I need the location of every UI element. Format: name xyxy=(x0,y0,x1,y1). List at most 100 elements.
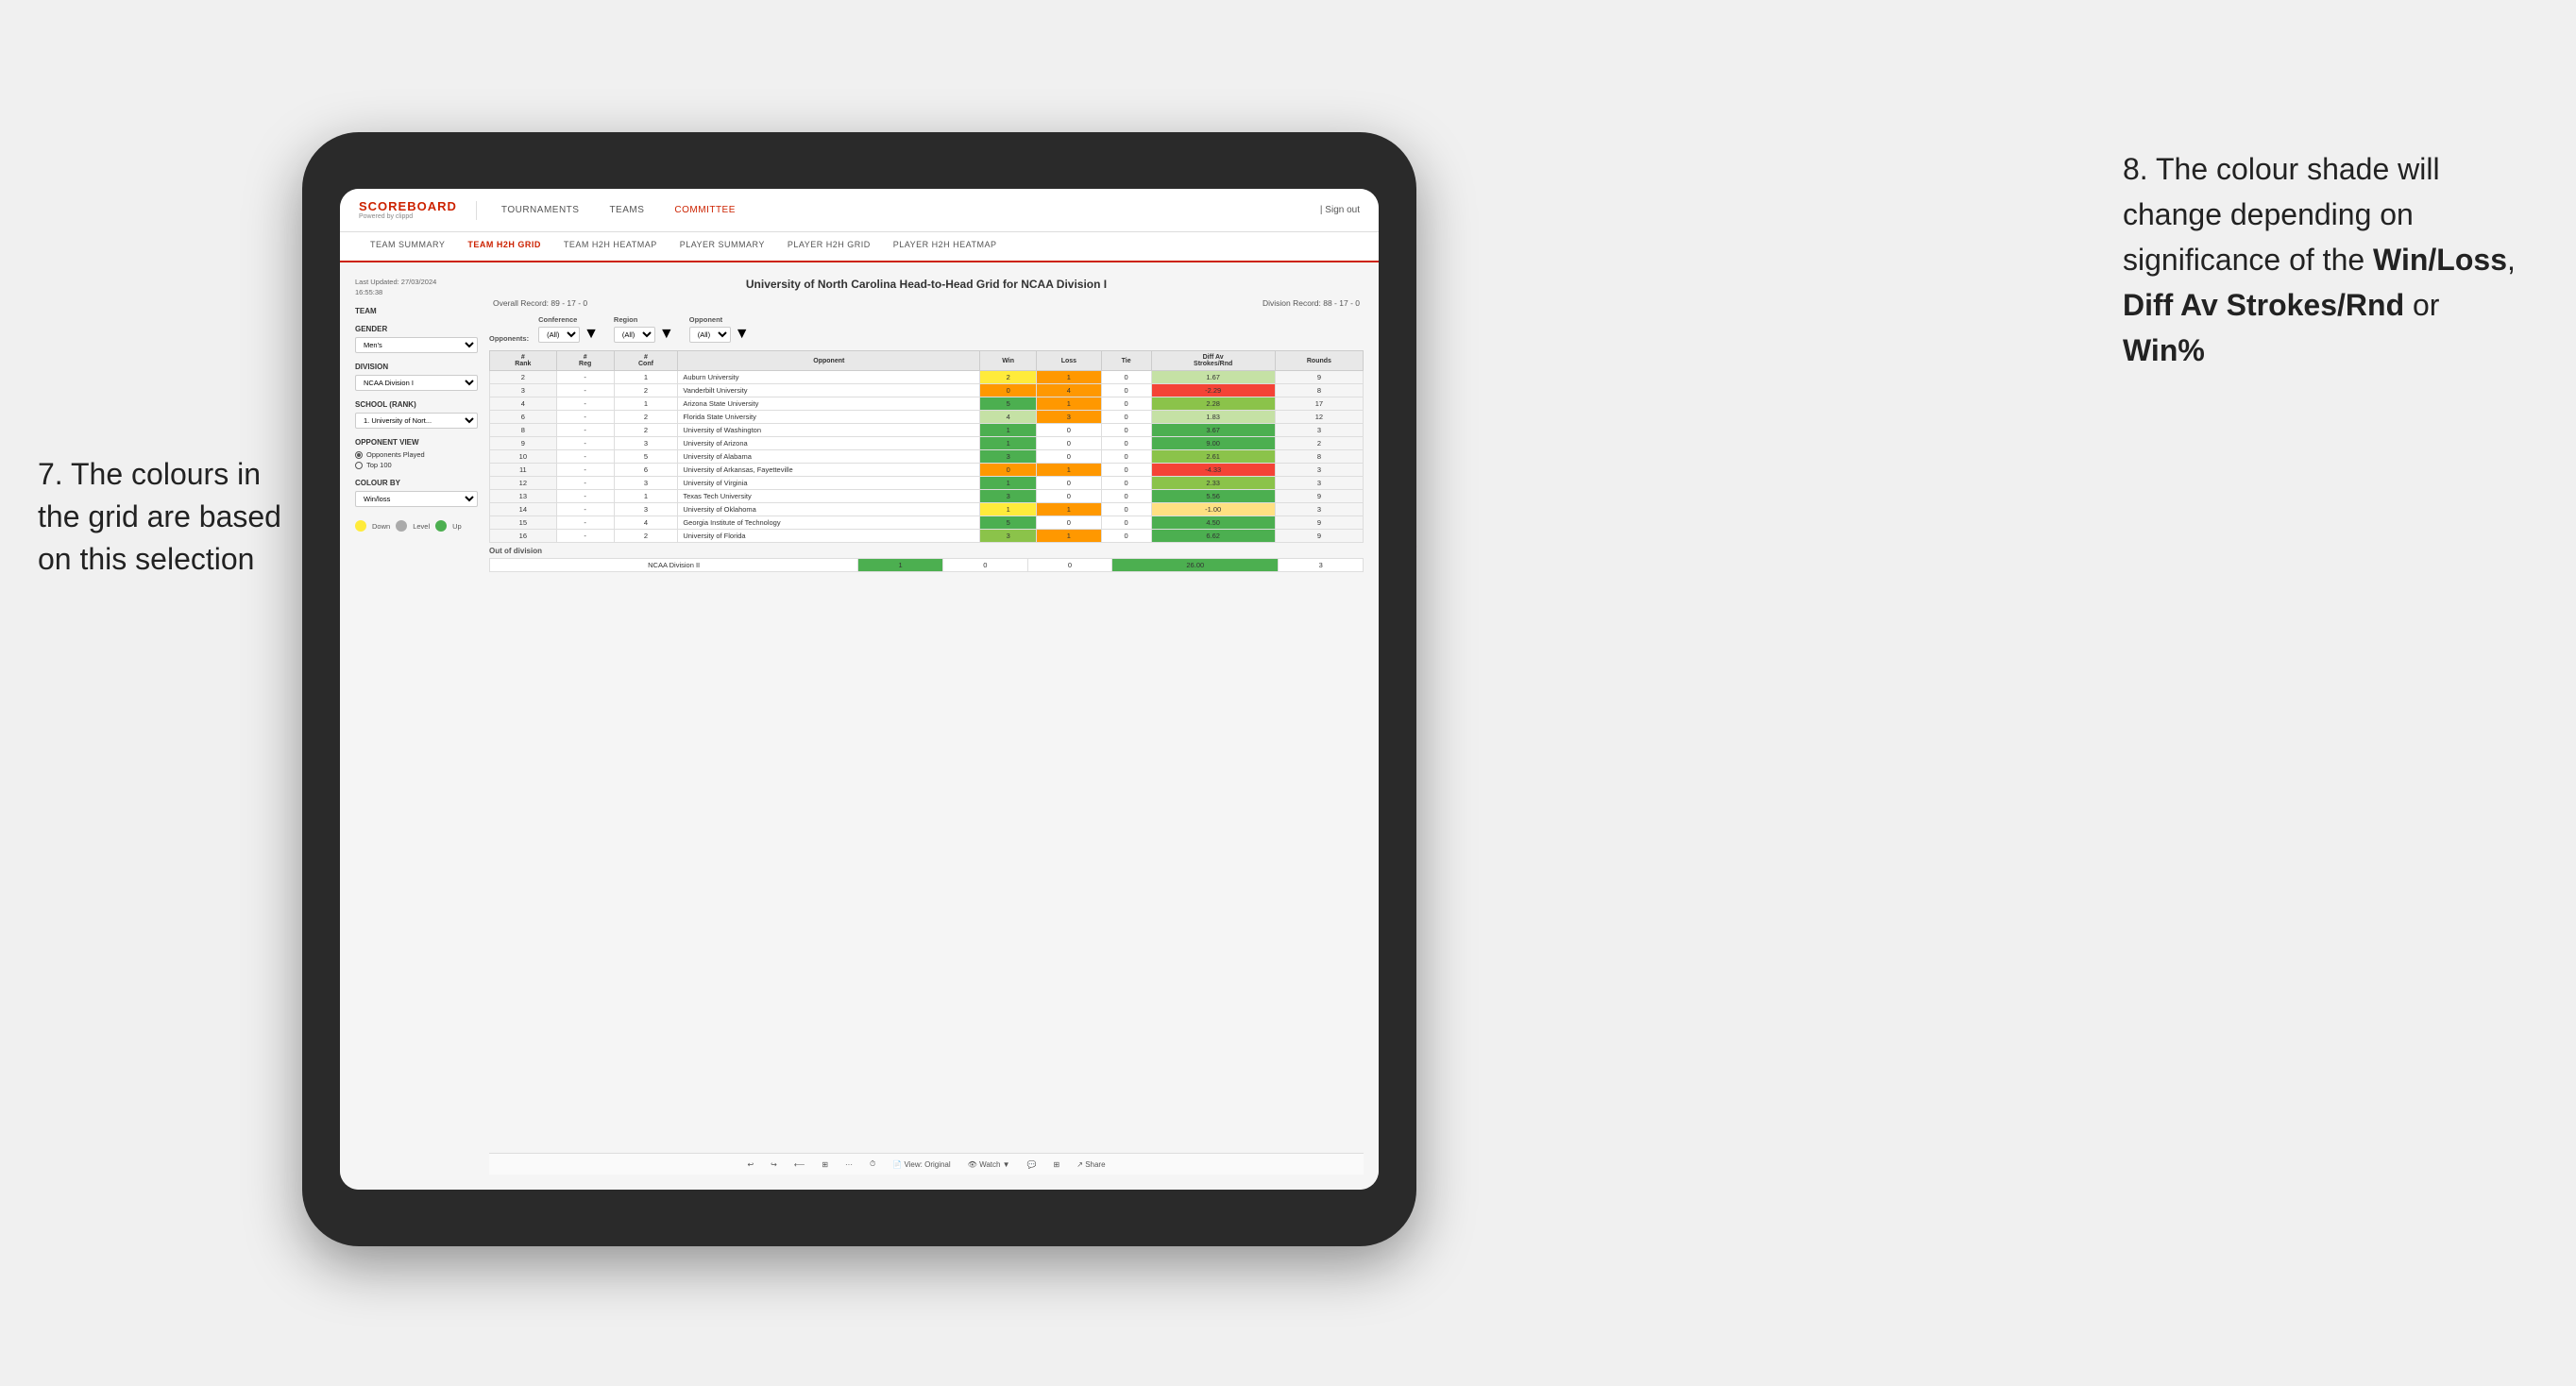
opponent-view-label: Opponent View xyxy=(355,438,478,447)
toolbar-comment[interactable]: 💬 xyxy=(1024,1158,1041,1171)
overall-record: Overall Record: 89 - 17 - 0 xyxy=(493,298,587,308)
cell-loss: 1 xyxy=(1037,503,1102,516)
col-diff: Diff AvStrokes/Rnd xyxy=(1151,351,1275,371)
cell-win: 2 xyxy=(980,371,1037,384)
left-panel: Last Updated: 27/03/2024 16:55:38 Team G… xyxy=(355,278,478,1175)
legend-level-label: Level xyxy=(413,522,430,531)
opponents-label: Opponents: xyxy=(489,334,529,343)
cell-opponent: Florida State University xyxy=(678,411,980,424)
sub-nav-team-h2h-grid[interactable]: TEAM H2H GRID xyxy=(456,232,552,262)
division-select[interactable]: NCAA Division I xyxy=(355,375,478,391)
division-record: Division Record: 88 - 17 - 0 xyxy=(1263,298,1360,308)
sub-nav-team-h2h-heatmap[interactable]: TEAM H2H HEATMAP xyxy=(552,232,669,262)
cell-rounds: 3 xyxy=(1275,424,1363,437)
conference-select[interactable]: (All) xyxy=(538,327,580,343)
table-row: 12 - 3 University of Virginia 1 0 0 2.33… xyxy=(490,477,1364,490)
cell-diff: 1.83 xyxy=(1151,411,1275,424)
out-div-diff: 26.00 xyxy=(1112,559,1279,572)
nav-committee[interactable]: COMMITTEE xyxy=(669,201,741,219)
cell-win: 1 xyxy=(980,437,1037,450)
cell-loss: 0 xyxy=(1037,424,1102,437)
cell-loss: 0 xyxy=(1037,437,1102,450)
cell-rounds: 2 xyxy=(1275,437,1363,450)
cell-diff: -1.00 xyxy=(1151,503,1275,516)
opponent-filter-label: Opponent xyxy=(689,315,750,324)
cell-rank: 13 xyxy=(490,490,557,503)
cell-opponent: Auburn University xyxy=(678,371,980,384)
nav-teams[interactable]: TEAMS xyxy=(603,201,650,219)
col-reg: #Reg xyxy=(556,351,614,371)
gender-select[interactable]: Men's xyxy=(355,337,478,353)
toolbar-dots[interactable]: ··· xyxy=(841,1158,856,1171)
cell-loss: 0 xyxy=(1037,477,1102,490)
cell-opponent: Vanderbilt University xyxy=(678,384,980,397)
cell-diff: 2.33 xyxy=(1151,477,1275,490)
sub-nav-player-summary[interactable]: PLAYER SUMMARY xyxy=(669,232,776,262)
main-content: Last Updated: 27/03/2024 16:55:38 Team G… xyxy=(340,262,1379,1190)
tablet-screen: SCOREBOARD Powered by clippd TOURNAMENTS… xyxy=(340,189,1379,1190)
toolbar-watch[interactable]: 👁 Watch ▼ xyxy=(964,1158,1014,1171)
region-dropdown-icon: ▼ xyxy=(659,326,674,343)
cell-reg: - xyxy=(556,503,614,516)
school-select[interactable]: 1. University of Nort... xyxy=(355,413,478,429)
region-select[interactable]: (All) xyxy=(614,327,655,343)
cell-tie: 0 xyxy=(1101,503,1151,516)
sign-out-link[interactable]: | Sign out xyxy=(1320,205,1360,215)
cell-tie: 0 xyxy=(1101,530,1151,543)
cell-reg: - xyxy=(556,384,614,397)
cell-reg: - xyxy=(556,411,614,424)
last-updated: Last Updated: 27/03/2024 16:55:38 xyxy=(355,278,478,297)
tablet: SCOREBOARD Powered by clippd TOURNAMENTS… xyxy=(302,132,1416,1246)
legend-up-label: Up xyxy=(452,522,462,531)
nav-tournaments[interactable]: TOURNAMENTS xyxy=(496,201,585,219)
toolbar-back[interactable]: ⟵ xyxy=(790,1158,808,1171)
cell-conf: 2 xyxy=(614,384,678,397)
cell-conf: 5 xyxy=(614,450,678,464)
team-label: Team xyxy=(355,307,478,315)
cell-rounds: 8 xyxy=(1275,384,1363,397)
cell-reg: - xyxy=(556,424,614,437)
cell-conf: 6 xyxy=(614,464,678,477)
toolbar-undo[interactable]: ↩ xyxy=(743,1158,757,1171)
cell-loss: 3 xyxy=(1037,411,1102,424)
cell-win: 1 xyxy=(980,477,1037,490)
toolbar-crop[interactable]: ⊞ xyxy=(818,1158,832,1171)
cell-diff: -2.29 xyxy=(1151,384,1275,397)
sub-nav-player-h2h-heatmap[interactable]: PLAYER H2H HEATMAP xyxy=(882,232,1008,262)
colour-by-select[interactable]: Win/loss xyxy=(355,491,478,507)
opponent-view-section: Opponent View Opponents Played Top 100 xyxy=(355,438,478,469)
cell-opponent: University of Arizona xyxy=(678,437,980,450)
radio-dot-selected xyxy=(355,451,363,459)
legend: Down Level Up xyxy=(355,520,478,532)
cell-reg: - xyxy=(556,437,614,450)
division-label: Division xyxy=(355,363,478,371)
out-div-division: NCAA Division II xyxy=(490,559,858,572)
cell-rounds: 9 xyxy=(1275,371,1363,384)
opponent-select[interactable]: (All) xyxy=(689,327,731,343)
sub-navbar: TEAM SUMMARY TEAM H2H GRID TEAM H2H HEAT… xyxy=(340,232,1379,262)
radio-opponents-played[interactable]: Opponents Played xyxy=(355,450,478,459)
sub-nav-player-h2h-grid[interactable]: PLAYER H2H GRID xyxy=(776,232,882,262)
toolbar-view[interactable]: 📄 View: Original xyxy=(889,1158,954,1171)
nav-divider xyxy=(476,201,477,220)
cell-diff: 6.62 xyxy=(1151,530,1275,543)
cell-opponent: University of Washington xyxy=(678,424,980,437)
gender-section: Gender Men's xyxy=(355,325,478,353)
toolbar-clock[interactable]: ⏱ xyxy=(866,1158,879,1171)
cell-loss: 0 xyxy=(1037,490,1102,503)
cell-tie: 0 xyxy=(1101,397,1151,411)
cell-diff: -4.33 xyxy=(1151,464,1275,477)
annotation-left: 7. The colours in the grid are based on … xyxy=(38,453,302,580)
cell-reg: - xyxy=(556,490,614,503)
sub-nav-team-summary[interactable]: TEAM SUMMARY xyxy=(359,232,456,262)
cell-loss: 1 xyxy=(1037,371,1102,384)
annotation-or: or xyxy=(2404,288,2439,322)
radio-top100[interactable]: Top 100 xyxy=(355,461,478,469)
toolbar-redo[interactable]: ↪ xyxy=(767,1158,781,1171)
table-header-row: #Rank #Reg #Conf Opponent Win Loss Tie D… xyxy=(490,351,1364,371)
table-container[interactable]: #Rank #Reg #Conf Opponent Win Loss Tie D… xyxy=(489,350,1364,1145)
toolbar-grid-icon[interactable]: ⊞ xyxy=(1050,1158,1064,1171)
cell-rounds: 8 xyxy=(1275,450,1363,464)
toolbar-share[interactable]: ↗ Share xyxy=(1073,1158,1109,1171)
filter-subgroups: Conference (All) ▼ Region xyxy=(538,315,750,343)
